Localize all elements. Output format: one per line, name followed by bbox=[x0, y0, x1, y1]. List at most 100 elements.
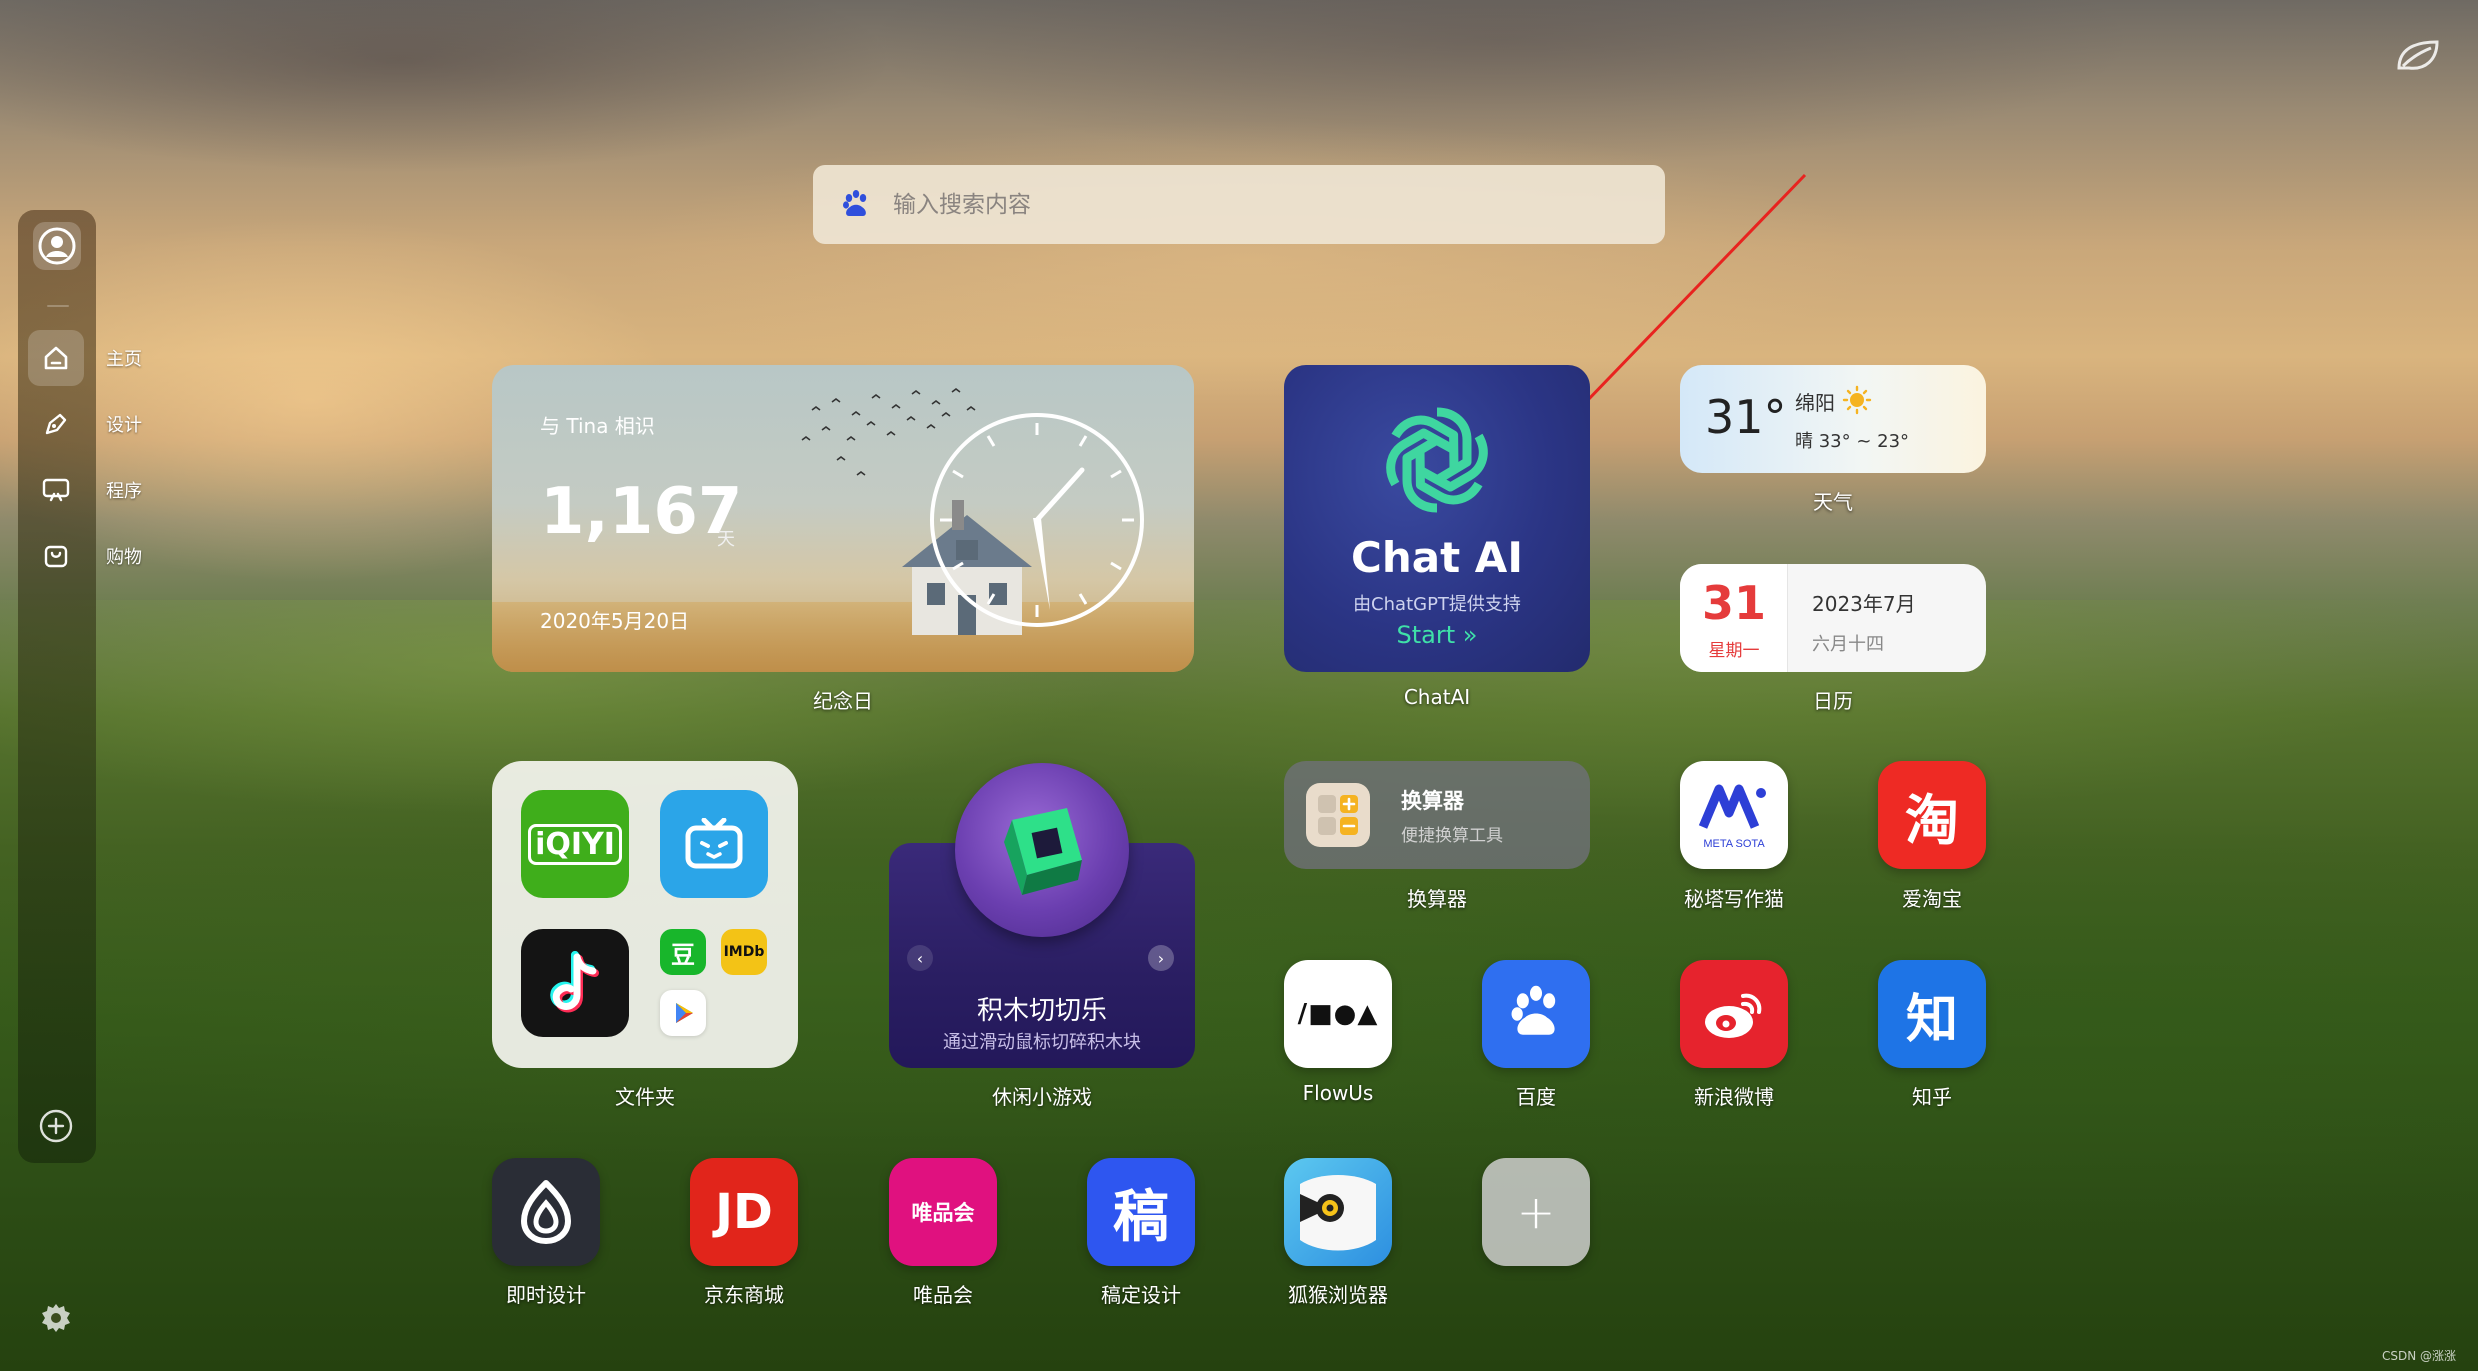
converter-widget[interactable]: 换算器 便捷换算工具 bbox=[1284, 761, 1590, 869]
footer-credit: CSDN @涨涨 bbox=[2382, 1349, 2457, 1363]
app-hl-browser[interactable] bbox=[1284, 1158, 1392, 1266]
plus-icon: + bbox=[1516, 1185, 1556, 1239]
converter-subtitle: 便捷换算工具 bbox=[1401, 826, 1503, 846]
gaoding-logo: 稿 bbox=[1113, 1184, 1169, 1250]
user-avatar[interactable] bbox=[33, 222, 81, 270]
calendar-day-panel: 31 星期一 bbox=[1680, 564, 1788, 672]
weather-widget[interactable]: 31° 绵阳 晴 33° ~ 23° bbox=[1680, 365, 1986, 473]
shopping-bag-icon bbox=[28, 528, 84, 584]
sidebar-item-shopping[interactable]: 购物 bbox=[28, 528, 248, 584]
folder-caption: 文件夹 bbox=[615, 1085, 675, 1109]
game-prev-button[interactable]: ‹ bbox=[907, 945, 933, 971]
app-weibo[interactable] bbox=[1680, 960, 1788, 1068]
add-group-button[interactable] bbox=[38, 1108, 74, 1144]
folder-app-imdb[interactable]: IMDb bbox=[721, 929, 767, 975]
folder-app-iqiyi[interactable]: iQIYI bbox=[521, 790, 629, 898]
app-label: 京东商城 bbox=[704, 1283, 784, 1307]
baidu-paw-icon bbox=[1511, 985, 1556, 1035]
sidebar-item-label: 购物 bbox=[106, 547, 142, 568]
leaf-icon[interactable] bbox=[2395, 38, 2441, 74]
converter-title: 换算器 bbox=[1401, 789, 1464, 813]
clock-icon bbox=[930, 413, 1144, 627]
calendar-widget[interactable]: 31 星期一 2023年7月 六月十四 bbox=[1680, 564, 1986, 672]
game-title: 积木切切乐 bbox=[976, 996, 1107, 1026]
flowus-logo: /■●▲ bbox=[1297, 999, 1379, 1029]
search-input[interactable] bbox=[893, 191, 1665, 218]
home-icon bbox=[28, 330, 84, 386]
baidu-paw-icon[interactable] bbox=[839, 188, 873, 222]
folder-widget[interactable]: iQIYI 豆 IMDb bbox=[492, 761, 798, 1068]
folder-app-douban[interactable]: 豆 bbox=[660, 929, 706, 975]
chatai-subtitle: 由ChatGPT提供支持 bbox=[1353, 594, 1521, 615]
app-label: 稿定设计 bbox=[1101, 1283, 1181, 1307]
sidebar-divider bbox=[47, 305, 69, 307]
anniversary-days: 1,167 bbox=[540, 475, 743, 549]
tv-icon bbox=[685, 818, 743, 869]
app-gaoding[interactable]: 稿 bbox=[1087, 1158, 1195, 1266]
sidebar-item-label: 主页 bbox=[106, 349, 142, 370]
sidebar-item-home[interactable]: 主页 bbox=[28, 330, 248, 386]
weather-range: 晴 33° ~ 23° bbox=[1795, 431, 1910, 452]
game-orb bbox=[955, 763, 1129, 937]
sidebar-item-label: 程序 bbox=[106, 481, 142, 502]
weibo-icon bbox=[1705, 993, 1762, 1038]
app-label: 狐猴浏览器 bbox=[1288, 1283, 1388, 1307]
app-label: 唯品会 bbox=[913, 1283, 973, 1307]
vip-logo: 唯品会 bbox=[911, 1201, 975, 1225]
calendar-month: 2023年7月 bbox=[1812, 592, 1916, 616]
folder-app-bilibili[interactable] bbox=[660, 790, 768, 898]
calendar-caption: 日历 bbox=[1813, 689, 1853, 713]
settings-button[interactable] bbox=[38, 1300, 74, 1336]
chatai-widget[interactable]: Chat AI 由ChatGPT提供支持 Start » bbox=[1284, 365, 1590, 672]
chatai-title: Chat AI bbox=[1351, 533, 1523, 582]
folder-app-tiktok[interactable] bbox=[521, 929, 629, 1037]
calculator-icon bbox=[1306, 783, 1370, 847]
game-subtitle: 通过滑动鼠标切碎积木块 bbox=[943, 1032, 1141, 1053]
weather-caption: 天气 bbox=[1813, 490, 1853, 514]
jd-logo: JD bbox=[715, 1184, 773, 1240]
game-next-button[interactable]: › bbox=[1148, 945, 1174, 971]
app-flowus[interactable]: /■●▲ bbox=[1284, 960, 1392, 1068]
game-caption: 休闲小游戏 bbox=[992, 1085, 1092, 1109]
folder-app-play[interactable] bbox=[660, 990, 706, 1036]
metasota-wordmark: META SOTA bbox=[1703, 838, 1765, 850]
app-label: 新浪微博 bbox=[1694, 1085, 1774, 1109]
sidebar-item-design[interactable]: 设计 bbox=[28, 396, 248, 452]
zhihu-logo: 知 bbox=[1905, 989, 1958, 1050]
openai-logo-icon bbox=[1386, 407, 1488, 513]
user-icon bbox=[38, 227, 76, 265]
iqiyi-logo: iQIYI bbox=[528, 823, 622, 865]
app-label: 即时设计 bbox=[506, 1283, 586, 1307]
gear-icon bbox=[42, 1304, 70, 1332]
sidebar-item-label: 设计 bbox=[106, 415, 142, 436]
anniversary-widget[interactable]: 与 Tina 相识 1,167 天 2020年5月20日 bbox=[492, 365, 1194, 672]
anniversary-title: 与 Tina 相识 bbox=[540, 414, 655, 438]
calendar-day: 31 bbox=[1701, 576, 1766, 630]
anniversary-unit: 天 bbox=[717, 529, 735, 550]
app-label: FlowUs bbox=[1302, 1081, 1374, 1105]
anniversary-date: 2020年5月20日 bbox=[540, 609, 690, 633]
app-label: 百度 bbox=[1516, 1085, 1556, 1109]
converter-caption: 换算器 bbox=[1407, 887, 1467, 911]
plus-circle-icon bbox=[39, 1109, 73, 1143]
add-app-button[interactable]: + bbox=[1482, 1158, 1590, 1266]
chatai-start-button[interactable]: Start » bbox=[1284, 621, 1590, 649]
wallpaper-hills bbox=[0, 600, 2478, 1371]
app-zhihu[interactable]: 知 bbox=[1878, 960, 1986, 1068]
app-jishi-design[interactable] bbox=[492, 1158, 600, 1266]
sidebar-item-code[interactable]: 程序 bbox=[28, 462, 248, 518]
app-label: 秘塔写作猫 bbox=[1684, 887, 1784, 911]
taobao-logo: 淘 bbox=[1905, 788, 1959, 852]
search-bar bbox=[813, 165, 1665, 244]
play-icon bbox=[676, 1003, 693, 1023]
metasota-logo-icon: META SOTA bbox=[1698, 784, 1766, 850]
jishi-design-icon bbox=[521, 1180, 571, 1244]
app-baidu[interactable] bbox=[1482, 960, 1590, 1068]
anniversary-caption: 纪念日 bbox=[813, 689, 873, 713]
code-icon bbox=[28, 462, 84, 518]
app-jd[interactable]: JD bbox=[690, 1158, 798, 1266]
app-metasota[interactable]: META SOTA bbox=[1680, 761, 1788, 869]
app-vip[interactable]: 唯品会 bbox=[889, 1158, 997, 1266]
app-taobao[interactable]: 淘 bbox=[1878, 761, 1986, 869]
chatai-caption: ChatAI bbox=[1403, 685, 1471, 709]
